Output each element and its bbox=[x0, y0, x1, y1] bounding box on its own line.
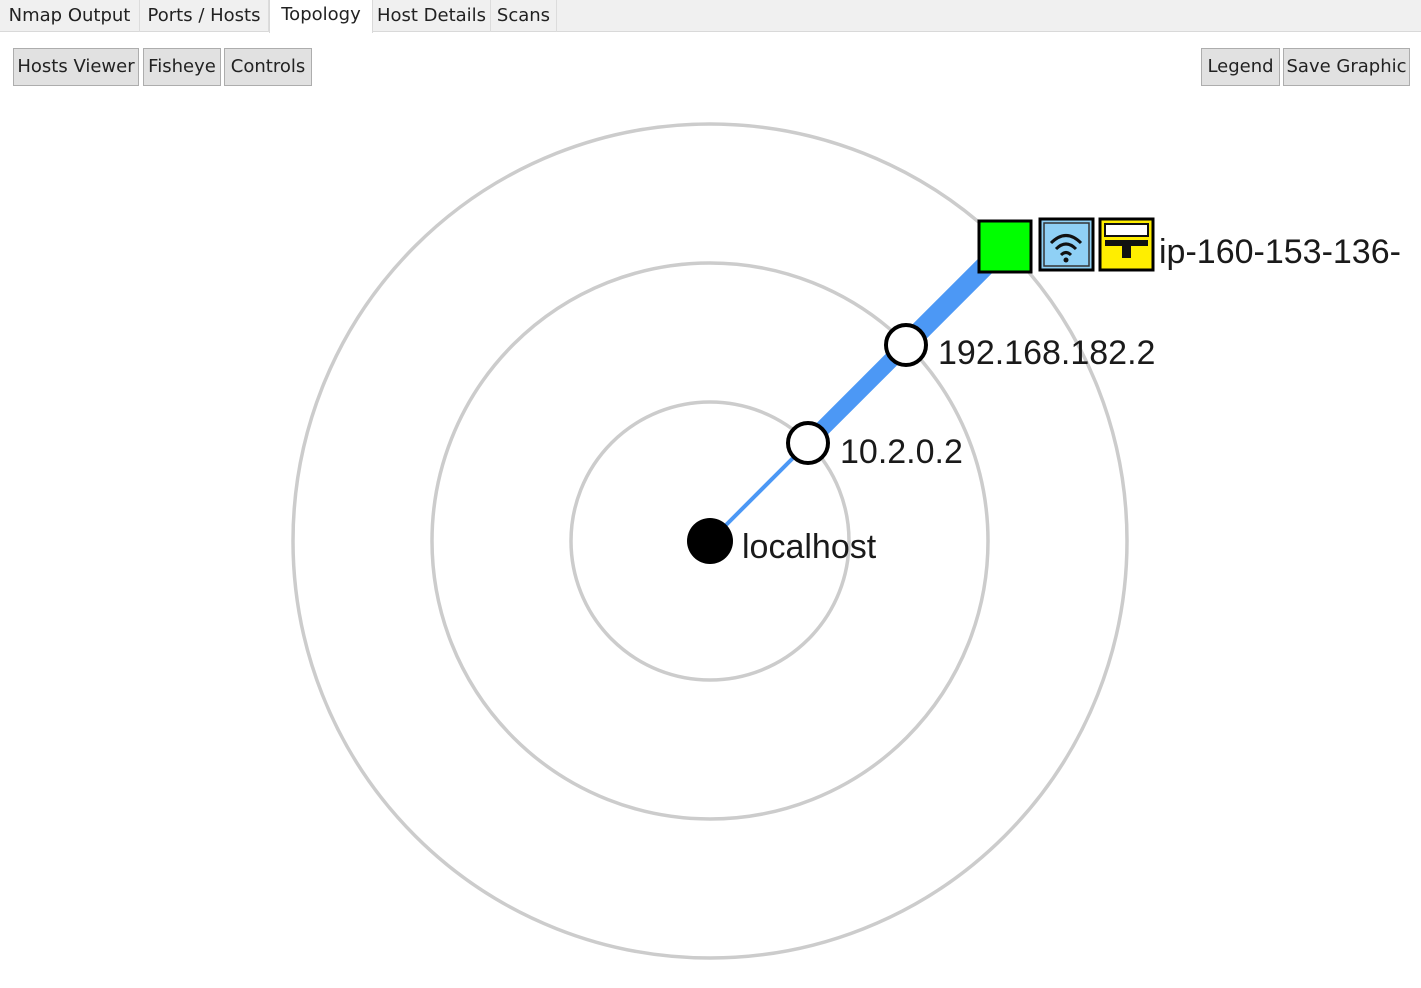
node-localhost[interactable] bbox=[687, 518, 733, 564]
label-localhost: localhost bbox=[742, 528, 877, 566]
node-10-2-0-2[interactable] bbox=[786, 421, 830, 465]
label-10-2-0-2: 10.2.0.2 bbox=[840, 433, 963, 471]
topology-canvas[interactable]: localhost 10.2.0.2 192.168.182.2 ip-160-… bbox=[0, 0, 1421, 988]
label-192-168-182-2: 192.168.182.2 bbox=[938, 334, 1155, 372]
node-192-168-182-2[interactable] bbox=[884, 323, 928, 367]
label-host: ip-160-153-136- bbox=[1159, 233, 1401, 271]
firewall-icon bbox=[1098, 217, 1155, 272]
wireless-icon bbox=[1038, 217, 1095, 272]
green-status-icon[interactable] bbox=[977, 219, 1033, 274]
